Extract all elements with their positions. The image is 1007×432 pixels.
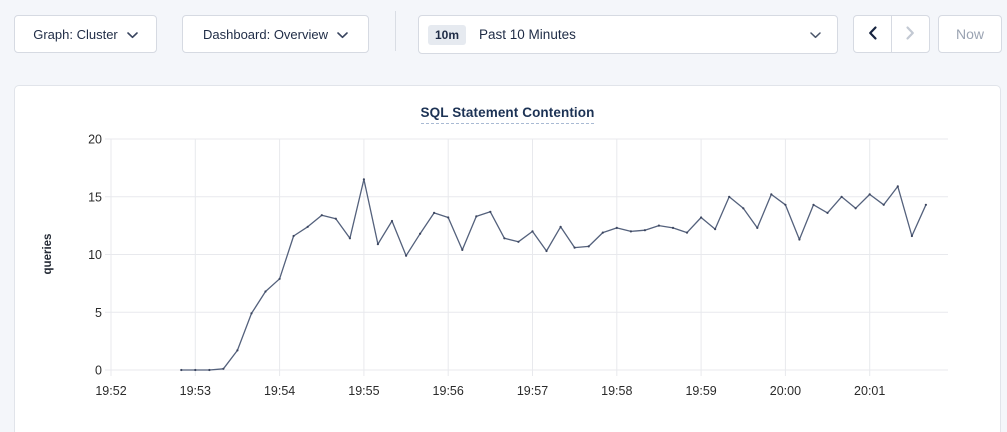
chevron-down-icon <box>337 32 348 39</box>
y-tick-label: 5 <box>95 306 102 320</box>
dashboard-dropdown[interactable]: Dashboard: Overview <box>182 15 369 53</box>
series-line <box>181 179 926 370</box>
next-time-window-button[interactable] <box>891 16 929 52</box>
toolbar-divider <box>395 11 396 51</box>
chevron-right-icon <box>905 25 916 44</box>
now-button-label: Now <box>956 26 984 42</box>
y-tick-label: 15 <box>88 190 102 204</box>
contention-chart[interactable]: 0 5 10 15 20 19:52 19:53 19:54 19:55 19:56 19:57 19… <box>15 86 1000 431</box>
x-tick-label: 19:56 <box>433 384 464 398</box>
now-button[interactable]: Now <box>938 15 1002 53</box>
y-axis-label: queries <box>42 234 54 275</box>
x-tick-label: 19:58 <box>601 384 632 398</box>
chart-card: SQL Statement Contention 0510152019:5219… <box>14 85 1001 432</box>
time-step-controls <box>853 15 930 53</box>
x-tick-label: 19:55 <box>348 384 379 398</box>
time-window-label: Past 10 Minutes <box>479 27 810 42</box>
time-window-badge: 10m <box>428 25 466 45</box>
x-tick-label: 19:54 <box>264 384 295 398</box>
chevron-down-icon <box>810 32 821 39</box>
x-tick-label: 19:57 <box>517 384 548 398</box>
y-tick-label: 20 <box>88 133 102 147</box>
toolbar: Graph: Cluster Dashboard: Overview 10m P… <box>14 15 1002 53</box>
x-tick-label: 19:53 <box>180 384 211 398</box>
time-range-selector[interactable]: 10m Past 10 Minutes <box>418 15 838 54</box>
y-tick-label: 0 <box>95 364 102 378</box>
chevron-down-icon <box>127 32 138 39</box>
x-tick-label: 20:01 <box>854 384 885 398</box>
chevron-left-icon <box>867 25 878 44</box>
y-tick-label: 10 <box>88 248 102 262</box>
graph-dropdown-label: Graph: Cluster <box>33 27 118 42</box>
x-tick-label: 19:52 <box>95 384 126 398</box>
x-tick-label: 20:00 <box>770 384 801 398</box>
dashboard-dropdown-label: Dashboard: Overview <box>203 27 328 42</box>
x-tick-label: 19:59 <box>685 384 716 398</box>
previous-time-window-button[interactable] <box>854 16 891 52</box>
graph-dropdown[interactable]: Graph: Cluster <box>14 15 157 53</box>
